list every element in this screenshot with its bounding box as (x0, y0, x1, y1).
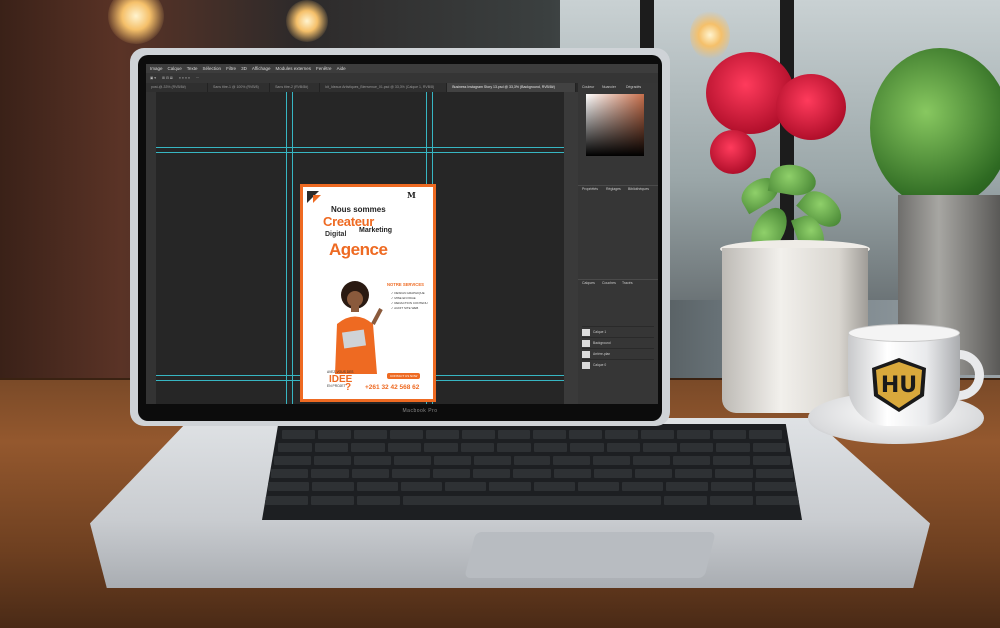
panel-tab[interactable]: Calques (582, 281, 595, 285)
layer-row[interactable]: Calque 1 (582, 326, 654, 337)
options-icon[interactable]: ⊞ ⊟ ⊠ (162, 76, 173, 80)
red-flower (710, 130, 756, 174)
panel-tab[interactable]: Nuancier (602, 85, 616, 89)
ps-menubar: Image Calque Texte Sélection Filtre 3D A… (146, 64, 658, 73)
menu-item[interactable]: Aide (337, 66, 346, 71)
flyer-services-list: ✓ DESIGN GRAPHIQUE ✓ MISE EN PAGE ✓ REDA… (391, 291, 428, 311)
menu-item[interactable]: Texte (187, 66, 198, 71)
options-icon[interactable]: ⋯ (196, 76, 200, 80)
laptop-keyboard (262, 424, 802, 520)
service-item: ✓ AUDIT SITE WEB (391, 306, 419, 310)
key-row (274, 456, 790, 465)
flyer-idee-after: EN PROJET (327, 384, 346, 388)
flyer-line1: Nous sommes (331, 205, 386, 214)
panel-divider (578, 185, 658, 186)
panel-tab[interactable]: Couleur (582, 85, 594, 89)
panel-divider (578, 279, 658, 280)
menu-item[interactable]: Calque (168, 66, 182, 71)
menu-item[interactable]: Sélection (203, 66, 222, 71)
panel-tab[interactable]: Bibliothèques (628, 187, 649, 191)
key-row (282, 430, 782, 439)
key-row (268, 482, 796, 491)
flyer-services-title: NOTRE SERVICES (387, 282, 424, 287)
layer-name: Background (593, 341, 611, 345)
flyer-logo-icon: M (407, 190, 416, 200)
ps-panel-strip[interactable] (564, 92, 578, 404)
color-picker[interactable] (586, 94, 644, 156)
flyer-contact-badge: CONTACT US NOW (387, 373, 421, 379)
panel-tab[interactable]: Réglages (606, 187, 621, 191)
layer-row[interactable]: Background (582, 337, 654, 348)
flower-pot (722, 248, 868, 413)
cup-rim (848, 324, 960, 342)
trackpad (464, 532, 716, 578)
menu-item[interactable]: 3D (241, 66, 247, 71)
menu-item[interactable]: Filtre (226, 66, 236, 71)
layer-name: Arrière-plan (593, 352, 611, 356)
flyer-phone: +261 32 42 568 62 (365, 384, 420, 391)
layer-row[interactable]: Arrière-plan (582, 348, 654, 359)
ps-options-bar: ▣ ▾ ⊞ ⊟ ⊠ ≡ ≡ ≡ ≡ ⋯ (146, 73, 658, 83)
cup-logo-icon: HU (872, 358, 926, 412)
options-icon[interactable]: ▣ ▾ (150, 76, 156, 80)
panel-tab[interactable]: Couches (602, 281, 616, 285)
cup-logo-letters: HU (881, 373, 917, 398)
laptop-brand-label: Macbook Pro (402, 408, 438, 414)
guide-line (156, 147, 576, 148)
document-tab[interactable]: kit_Ideaux Artistiques_Bienvenue_01.psd … (320, 83, 448, 92)
document-tab[interactable]: post-@-33% (RVB/8#) (146, 83, 209, 92)
layer-thumbnail (582, 328, 590, 336)
ps-toolbar[interactable] (146, 92, 156, 404)
layer-name: Calque 0 (593, 363, 607, 367)
layer-thumbnail (582, 350, 590, 358)
laptop-screen: Image Calque Texte Sélection Filtre 3D A… (146, 64, 658, 404)
panel-tab[interactable]: Tracés (622, 281, 633, 285)
document-tab[interactable]: Sans titre-1 @ 100% (RVB/8) (208, 83, 271, 92)
ps-canvas-area[interactable]: M Nous sommes Createur Digital Marketing… (156, 92, 576, 404)
panel-tab[interactable]: Propriétés (582, 187, 598, 191)
photo-scene: Macbook Pro Image Calque Texte Sélection… (0, 0, 1000, 628)
lamp-light (286, 0, 328, 42)
ps-document-tabs: post-@-33% (RVB/8#) Sans titre-1 @ 100% … (146, 83, 576, 92)
layer-thumbnail (582, 339, 590, 347)
red-flower (776, 74, 846, 140)
guide-line (292, 92, 293, 404)
flyer-question-mark: ? (345, 382, 352, 393)
guide-line (286, 92, 287, 404)
menu-item[interactable]: Affichage (252, 66, 271, 71)
flyer-woman-photo (335, 281, 383, 374)
flyer-line5: Agence (329, 240, 388, 259)
layer-thumbnail (582, 361, 590, 369)
key-row (265, 496, 799, 505)
layer-name: Calque 1 (593, 330, 607, 334)
menu-item[interactable]: Modules externes (276, 66, 312, 71)
layer-row[interactable]: Calque 0 (582, 359, 654, 370)
menu-item[interactable]: Image (150, 66, 163, 71)
flyer-corner-shape (313, 195, 321, 203)
options-icon[interactable]: ≡ ≡ ≡ ≡ (179, 76, 190, 80)
menu-item[interactable]: Fenêtre (316, 66, 332, 71)
document-tab[interactable]: Sans titre-2 (RVB/8#) (270, 83, 321, 92)
key-row (271, 469, 794, 478)
lamp-light (690, 10, 730, 60)
key-row (278, 443, 786, 452)
flyer-artboard[interactable]: M Nous sommes Createur Digital Marketing… (300, 184, 436, 402)
flyer-line4: Marketing (359, 227, 393, 234)
guide-line (156, 152, 576, 153)
green-plant (870, 48, 1000, 208)
document-tab-active[interactable]: Business Instagram Story 13.psd @ 33,3% … (447, 83, 576, 92)
flyer-line3: Digital (325, 231, 347, 238)
panel-tab[interactable]: Dégradés (626, 85, 641, 89)
